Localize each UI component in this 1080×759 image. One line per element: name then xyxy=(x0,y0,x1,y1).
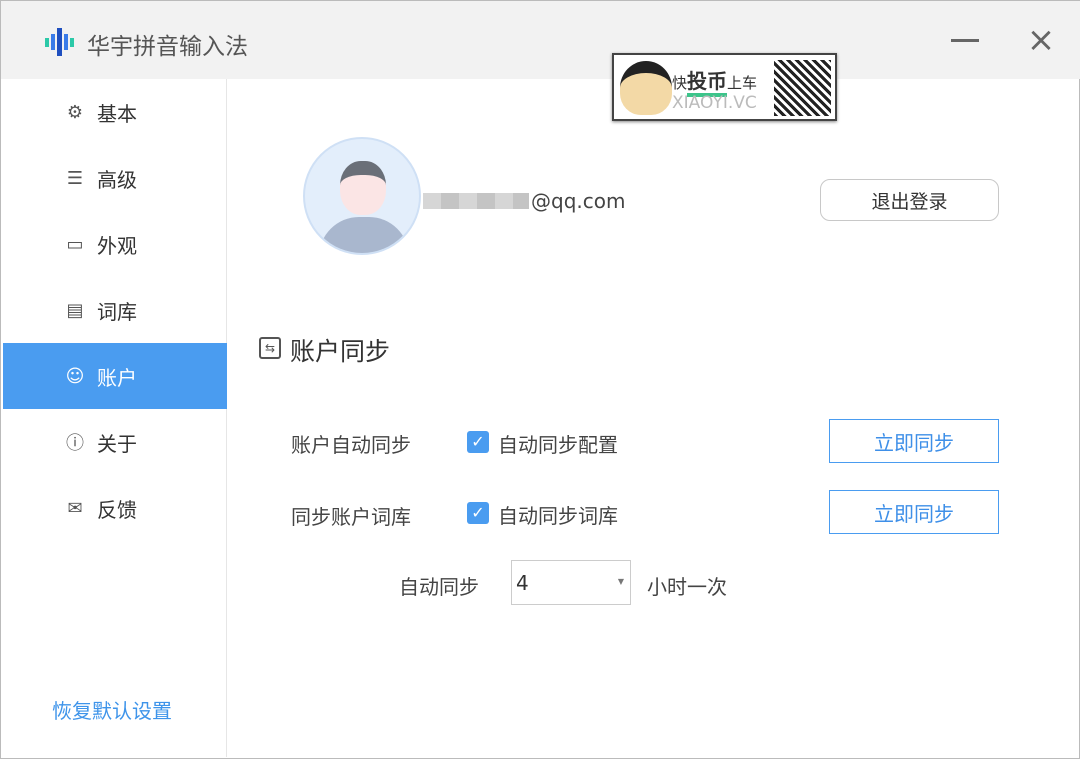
sidebar-item-label: 基本 xyxy=(97,101,137,126)
sidebar-item-account[interactable]: ☺ 账户 xyxy=(3,343,227,409)
chevron-down-icon: ▼ xyxy=(617,577,624,586)
info-icon: ⓘ xyxy=(66,433,84,454)
sidebar-item-label: 反馈 xyxy=(97,497,137,522)
checkbox-label[interactable]: 自动同步词库 xyxy=(498,500,618,529)
sidebar-item-label: 账户 xyxy=(97,365,137,390)
watermark-badge: 快投币上车 XIAOYI.VC xyxy=(612,53,837,121)
sidebar: ⚙ 基本 ☰ 高级 ▭ 外观 ▤ 词库 ☺ 账户 ⓘ 关于 ✉ 反馈 xyxy=(2,79,227,757)
sidebar-item-basic[interactable]: ⚙ 基本 xyxy=(3,79,227,145)
notepad-icon: ▤ xyxy=(66,299,84,321)
sync-dictionary-label: 同步账户词库 xyxy=(291,505,411,529)
sidebar-item-label: 高级 xyxy=(97,167,137,192)
sidebar-item-dictionary[interactable]: ▤ 词库 xyxy=(3,277,227,343)
logout-button[interactable]: 退出登录 xyxy=(820,179,999,221)
sidebar-item-appearance[interactable]: ▭ 外观 xyxy=(3,211,227,277)
gear-icon: ⚙ xyxy=(66,101,84,123)
sync-icon: ⇆ xyxy=(259,337,281,359)
user-icon: ☺ xyxy=(65,365,85,387)
sidebar-item-feedback[interactable]: ✉ 反馈 xyxy=(3,475,227,541)
auto-sync-dictionary-checkbox[interactable]: ✓ xyxy=(467,502,489,524)
sidebar-item-about[interactable]: ⓘ 关于 xyxy=(3,409,227,475)
auto-sync-config-checkbox[interactable]: ✓ xyxy=(467,431,489,453)
avatar xyxy=(303,137,421,255)
sidebar-item-label: 关于 xyxy=(97,431,137,456)
display-icon: ▭ xyxy=(66,233,84,255)
interval-select[interactable]: 4 ▼ xyxy=(511,560,631,605)
mail-icon: ✉ xyxy=(67,497,83,519)
section-title: 账户同步 xyxy=(290,337,391,366)
qr-code-image xyxy=(774,60,831,116)
sidebar-item-label: 外观 xyxy=(97,233,137,258)
settings-window: 华宇拼音输入法 × ⚙ 基本 ☰ 高级 ▭ 外观 ▤ 词库 ☺ 账户 ⓘ 关于 ✉ 反馈 恢复… xyxy=(0,0,1080,759)
app-logo-icon xyxy=(45,28,74,56)
interval-unit: 小时一次 xyxy=(647,575,727,599)
watermark-url: XIAOYI.VC xyxy=(672,93,757,113)
auto-sync-label: 账户自动同步 xyxy=(291,433,411,457)
account-email: @qq.com xyxy=(423,189,625,213)
sync-now-config-button[interactable]: 立即同步 xyxy=(829,419,999,463)
cartoon-face-image xyxy=(620,61,672,115)
sidebar-item-label: 词库 xyxy=(97,299,137,324)
email-redaction xyxy=(423,193,529,209)
interval-label: 自动同步 xyxy=(399,575,479,599)
sliders-icon: ☰ xyxy=(66,167,84,189)
sidebar-item-advanced[interactable]: ☰ 高级 xyxy=(3,145,227,211)
minimize-button[interactable] xyxy=(951,39,979,42)
sync-now-dictionary-button[interactable]: 立即同步 xyxy=(829,490,999,534)
title-bar: 华宇拼音输入法 × xyxy=(1,1,1080,79)
watermark-text: 快投币上车 xyxy=(672,65,757,97)
restore-defaults-link[interactable]: 恢复默认设置 xyxy=(52,695,172,724)
close-button[interactable]: × xyxy=(1025,23,1057,57)
checkbox-label[interactable]: 自动同步配置 xyxy=(498,429,618,458)
app-title: 华宇拼音输入法 xyxy=(87,34,248,60)
